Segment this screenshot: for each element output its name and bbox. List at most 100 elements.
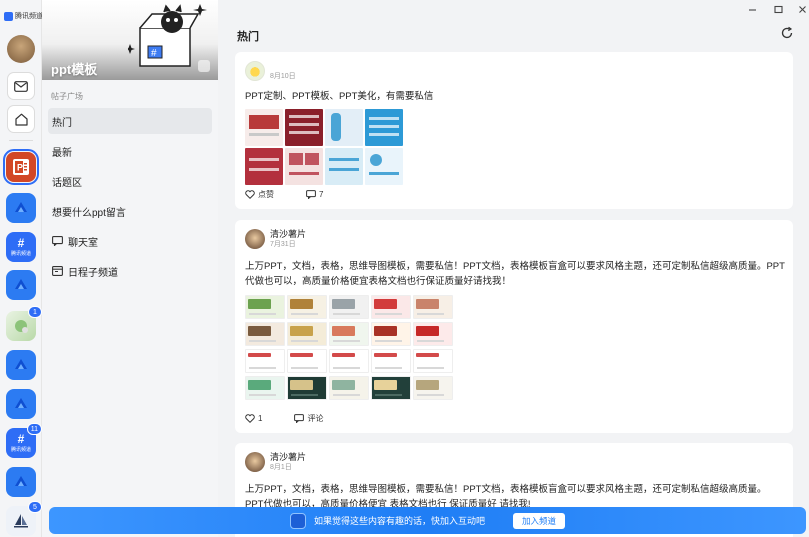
post-image[interactable] [287,349,327,373]
post-image[interactable] [413,349,453,373]
post-text: 上万PPT，文档，表格，思维导图模板，需要私信！PPT文档，表格模板盲盒可以要求… [245,261,785,287]
channel-ppt[interactable]: P [3,149,39,185]
post-image-grid[interactable] [245,109,403,185]
channel-bird-icon [15,202,27,212]
post-image[interactable] [245,148,283,185]
post-image[interactable] [329,322,369,346]
messages-button[interactable] [7,72,35,100]
post-image[interactable] [287,295,327,319]
post-image[interactable] [285,148,323,185]
home-button[interactable] [7,105,35,133]
post-image[interactable] [329,295,369,319]
channel-blue-1[interactable] [6,193,36,223]
post-image[interactable] [285,109,323,146]
post-card[interactable]: 清沙薯片 7月31日 上万PPT，文档，表格，思维导图模板，需要私信！PPT文档… [235,220,793,433]
channel-sail[interactable]: 5 [6,501,42,536]
post-date: 7月31日 [270,241,296,248]
close-button[interactable] [795,2,809,16]
like-label: 点赞 [258,190,274,199]
post-text: PPT定制、PPT模板、PPT美化，有需要私信 [245,91,434,102]
minimize-button[interactable] [745,2,759,16]
post-image[interactable] [365,109,403,146]
post-actions: 点赞 7 [245,189,323,200]
sidebar-item-label: 最新 [52,147,72,159]
author-name[interactable]: 清沙薯片 [270,229,306,240]
sidebar-item-label: 日程子频道 [68,267,118,279]
like-button[interactable]: 1 [245,414,262,423]
comment-label: 评论 [307,414,324,423]
post-image[interactable] [371,376,411,400]
channel-qq-label: 腾讯频道 [10,251,31,257]
post-image[interactable] [325,109,363,146]
channel-photo[interactable]: 1 [6,306,42,341]
user-avatar[interactable] [7,35,35,63]
comment-button[interactable]: 评论 [294,413,323,424]
channel-icon [289,512,306,529]
post-image[interactable] [325,148,363,185]
post-image[interactable] [287,376,327,400]
maximize-button[interactable] [771,2,785,16]
channel-qq-2[interactable]: # 腾讯频道 11 [6,423,42,458]
channel-blue-5[interactable] [6,467,36,497]
post-image[interactable] [245,322,285,346]
page-title: 热门 [237,31,259,43]
channel-rail: 腾讯频道 P # 腾讯频道 1 # 腾讯频道 11 5 [0,0,43,537]
post-image-grid[interactable] [245,295,456,408]
channel-blue-4[interactable] [6,389,36,419]
post-image[interactable] [245,376,285,400]
join-channel-button[interactable]: 加入频道 [513,512,566,529]
post-image[interactable] [329,349,369,373]
post-image[interactable] [371,295,411,319]
comment-count: 7 [319,190,324,199]
post-date: 8月10日 [270,73,296,80]
sidebar-item-label: 话题区 [52,177,82,189]
app-logo-icon [4,11,13,21]
sidebar-item-schedule[interactable]: 日程子频道 [48,258,212,284]
post-card[interactable]: ​ 8月10日 PPT定制、PPT模板、PPT美化，有需要私信 点赞 7 [235,52,793,209]
channel-bird-icon [15,279,27,289]
sidebar-item-requests[interactable]: 想要什么ppt留言 [48,198,212,224]
post-image[interactable] [413,295,453,319]
leaf-photo-icon [15,320,28,333]
post-image[interactable] [371,349,411,373]
author-name[interactable]: 清沙薯片 [270,452,306,463]
hashtag-icon: # [17,432,25,446]
author-avatar[interactable] [245,61,265,81]
post-image[interactable] [365,148,403,185]
post-image[interactable] [413,376,453,400]
post-author: ​ 8月10日 [245,61,296,81]
author-name[interactable]: ​ [270,61,296,72]
channel-blue-2[interactable] [6,270,36,300]
rail-divider [9,140,33,141]
comment-button[interactable]: 7 [306,190,323,199]
author-avatar[interactable] [245,452,265,472]
channel-qq-1[interactable]: # 腾讯频道 [6,232,36,262]
post-image[interactable] [329,376,369,400]
sailboat-icon [14,514,28,528]
post-image[interactable] [245,295,285,319]
post-image[interactable] [245,349,285,373]
sidebar-item-label: 想要什么ppt留言 [52,207,126,219]
channel-settings-button[interactable] [198,60,210,72]
author-avatar[interactable] [245,229,265,249]
channel-blue-3[interactable] [6,350,36,380]
sidebar-item-hot[interactable]: 热门 [48,108,212,134]
sidebar-item-chatroom[interactable]: 聊天室 [48,228,212,254]
post-image[interactable] [245,109,283,146]
post-image[interactable] [287,322,327,346]
like-button[interactable]: 点赞 [245,189,274,200]
channel-banner: # ppt模板 [42,0,218,80]
close-icon [798,5,806,13]
channel-bird-icon [15,359,27,369]
banner-cat-box-illustration: # [128,4,207,67]
sidebar-item-latest[interactable]: 最新 [48,138,212,164]
refresh-icon[interactable] [780,26,794,40]
unread-badge: 11 [26,423,42,435]
like-count: 1 [258,414,263,423]
post-image[interactable] [371,322,411,346]
post-image[interactable] [413,322,453,346]
comment-icon [306,190,316,199]
channel-title: ppt模板 [51,62,98,77]
channel-bird-icon [15,398,27,408]
sidebar-item-topics[interactable]: 话题区 [48,168,212,194]
